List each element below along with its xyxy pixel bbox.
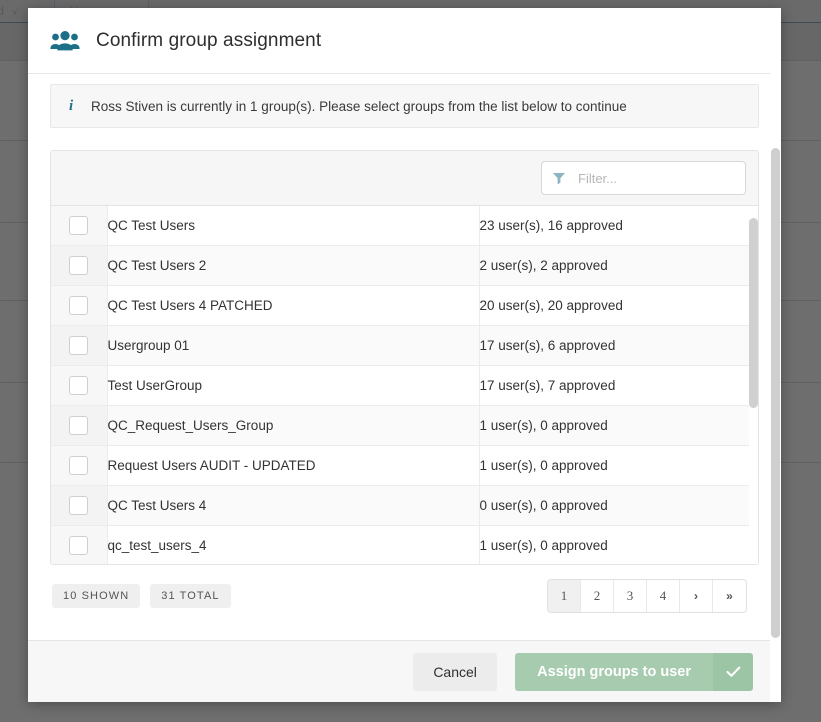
row-checkbox[interactable] <box>69 216 89 235</box>
table-scrollbar-thumb[interactable] <box>749 218 758 408</box>
pagination-next-button[interactable]: › <box>680 580 713 612</box>
pagination-page-2[interactable]: 2 <box>581 580 614 612</box>
group-membership-cell: 2 user(s), 2 approved <box>479 245 758 286</box>
row-checkbox[interactable] <box>69 416 89 435</box>
dialog-title: Confirm group assignment <box>96 29 322 51</box>
row-checkbox-cell[interactable] <box>51 206 108 246</box>
filter-box[interactable] <box>541 161 746 195</box>
group-name-cell: Test UserGroup <box>107 365 480 406</box>
row-checkbox-cell[interactable] <box>51 445 108 486</box>
pagination-page-1[interactable]: 1 <box>548 580 581 612</box>
group-membership-cell: 17 user(s), 7 approved <box>479 365 758 406</box>
group-name-cell: QC Test Users 4 <box>107 485 480 526</box>
assign-groups-button-label: Assign groups to user <box>515 652 713 691</box>
row-checkbox-cell[interactable] <box>51 325 108 366</box>
table-row[interactable]: QC Test Users 40 user(s), 0 approved <box>51 485 758 526</box>
group-table-scroll: QC Test Users 23 user(s), 16 approved QC T… <box>51 206 758 564</box>
group-name-cell: Request Users AUDIT - UPDATED <box>107 445 480 486</box>
info-banner-wrapper: i Ross Stiven is currently in 1 group(s)… <box>28 74 781 128</box>
row-checkbox[interactable] <box>69 376 89 395</box>
table-row[interactable]: qc_test_users_4 1 user(s), 0 approved <box>51 525 758 564</box>
pagination-page-4[interactable]: 4 <box>647 580 680 612</box>
group-name-cell: qc_test_users_4 <box>107 525 480 564</box>
group-membership-cell: 1 user(s), 0 approved <box>479 445 758 486</box>
row-checkbox[interactable] <box>69 336 89 355</box>
row-checkbox-cell[interactable] <box>51 285 108 326</box>
group-membership-cell: 0 user(s), 0 approved <box>479 485 758 526</box>
filter-input[interactable] <box>576 169 735 187</box>
filter-funnel-icon <box>553 173 565 185</box>
dialog-header: Confirm group assignment <box>28 8 781 74</box>
group-list-panel: QC Test Users23 user(s), 16 approvedQC T… <box>50 150 759 565</box>
table-row[interactable]: Usergroup 01 17 user(s), 6 approved <box>51 325 758 366</box>
cancel-button[interactable]: Cancel <box>413 652 498 691</box>
group-name-cell: Usergroup 01 <box>107 325 480 366</box>
group-name-cell: QC Test Users 4 PATCHED <box>107 285 480 326</box>
backdrop-tab-dashboard[interactable]: ward ∨ <box>0 0 18 22</box>
row-checkbox[interactable] <box>69 536 89 555</box>
info-icon: i <box>69 97 74 114</box>
row-checkbox[interactable] <box>69 296 89 315</box>
row-checkbox-cell[interactable] <box>51 245 108 286</box>
row-checkbox[interactable] <box>69 256 89 275</box>
chevron-down-icon: ∨ <box>11 7 18 17</box>
row-checkbox-cell[interactable] <box>51 525 108 564</box>
count-badge: 31 TOTAL <box>150 584 231 608</box>
group-membership-cell: 23 user(s), 16 approved <box>479 206 758 246</box>
table-row[interactable]: Request Users AUDIT - UPDATED 1 user(s), … <box>51 445 758 486</box>
group-table: QC Test Users 23 user(s), 16 approved QC T… <box>51 206 758 564</box>
record-count-badges: 10 SHOWN 31 TOTAL <box>50 584 231 608</box>
users-group-icon <box>50 30 80 50</box>
dialog-body: QC Test Users23 user(s), 16 approvedQC T… <box>28 128 781 674</box>
table-row[interactable]: Test UserGroup 17 user(s), 7 approved <box>51 365 758 406</box>
table-row[interactable]: QC_Request_Users_Group 1 user(s), 0 appro… <box>51 405 758 446</box>
assign-groups-button[interactable]: Assign groups to user <box>515 652 753 691</box>
check-icon <box>713 652 753 691</box>
table-scrollbar[interactable] <box>749 206 758 564</box>
group-name-cell: QC Test Users <box>107 206 480 246</box>
group-name-cell: QC_Request_Users_Group <box>107 405 480 446</box>
dialog-footer: Cancel Assign groups to user <box>28 640 781 702</box>
group-name-cell: QC Test Users 2 <box>107 245 480 286</box>
group-membership-cell: 20 user(s), 20 approved <box>479 285 758 326</box>
table-row[interactable]: QC Test Users 4 PATCHED 20 user(s), 20 ap… <box>51 285 758 326</box>
info-banner: i Ross Stiven is currently in 1 group(s)… <box>50 84 759 128</box>
table-row[interactable]: QC Test Users 22 user(s), 2 approved <box>51 245 758 286</box>
row-checkbox-cell[interactable] <box>51 365 108 406</box>
pagination: 1 2 3 4 ›» <box>547 579 747 613</box>
pagination-page-3[interactable]: 3 <box>614 580 647 612</box>
row-checkbox[interactable] <box>69 496 89 515</box>
count-badge: 10 SHOWN <box>52 584 141 608</box>
row-checkbox[interactable] <box>69 456 89 475</box>
table-footer: 10 SHOWN 31 TOTAL 1 2 3 4 ›» <box>50 565 759 613</box>
group-membership-cell: 17 user(s), 6 approved <box>479 325 758 366</box>
table-row[interactable]: QC Test Users 23 user(s), 16 approved <box>51 206 758 246</box>
info-banner-message: Ross Stiven is currently in 1 group(s). … <box>91 98 627 114</box>
group-membership-cell: 1 user(s), 0 approved <box>479 525 758 564</box>
dialog-scrollbar-thumb[interactable] <box>771 148 780 638</box>
pagination-last-button[interactable]: » <box>713 580 746 612</box>
row-checkbox-cell[interactable] <box>51 405 108 446</box>
dialog-scrollbar[interactable] <box>770 8 781 702</box>
row-checkbox-cell[interactable] <box>51 485 108 526</box>
group-membership-cell: 1 user(s), 0 approved <box>479 405 758 446</box>
confirm-group-assignment-dialog: Confirm group assignment i Ross Stiven i… <box>28 8 781 702</box>
backdrop-tab-label: ward <box>0 4 5 18</box>
table-toolbar <box>51 151 758 206</box>
